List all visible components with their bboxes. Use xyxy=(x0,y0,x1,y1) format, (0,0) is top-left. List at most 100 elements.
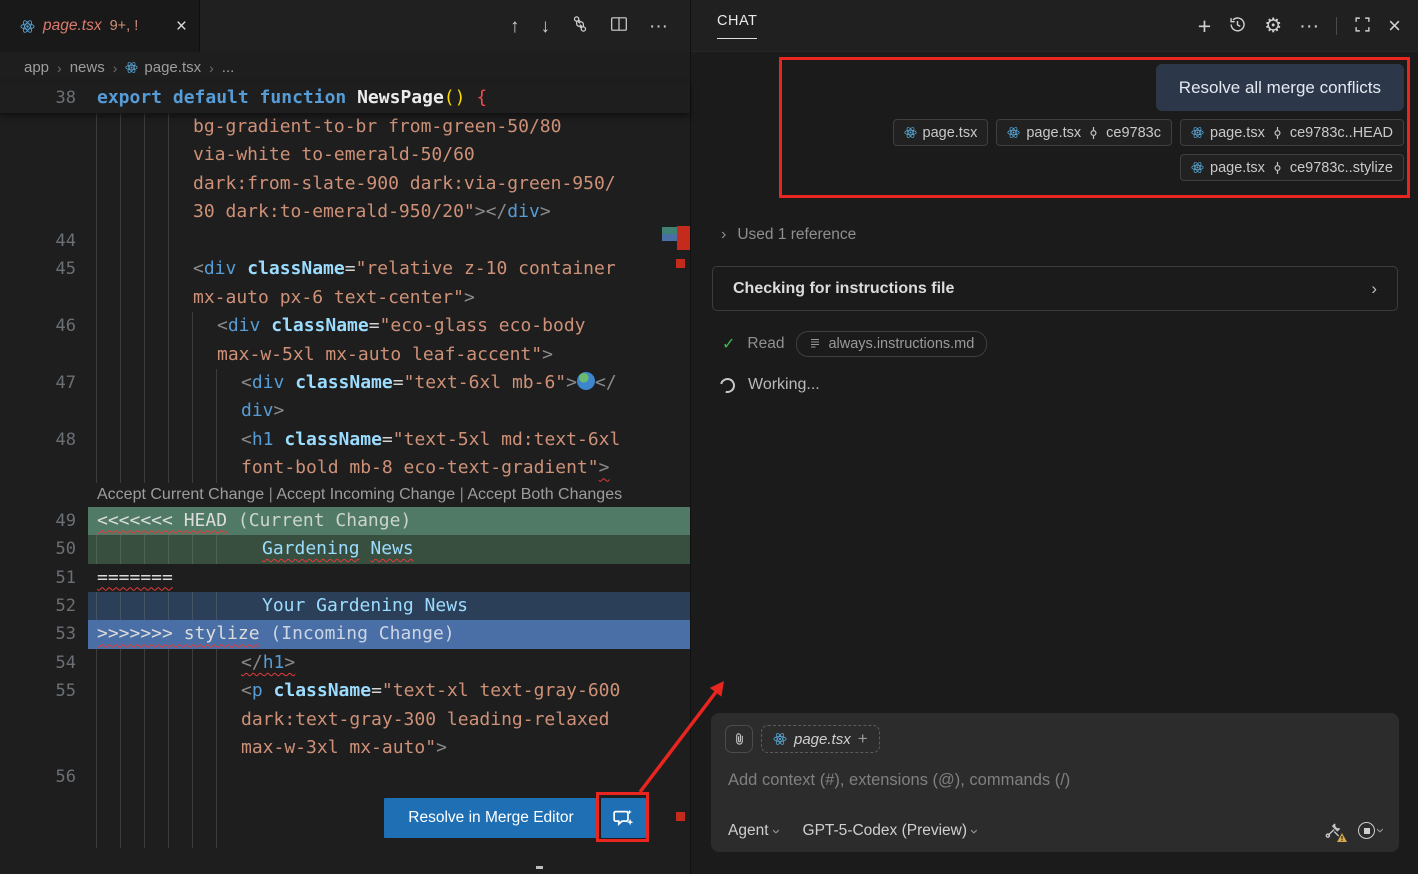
split-editor-icon[interactable] xyxy=(610,15,628,37)
line-number: 55 xyxy=(0,677,88,705)
line-number xyxy=(0,341,88,369)
codelens-actions: Accept Current Change | Accept Incoming … xyxy=(0,483,690,507)
breadcrumb-news[interactable]: news xyxy=(70,59,105,76)
text-cursor xyxy=(536,866,543,869)
code-line[interactable]: 53>>>>>>> stylize (Incoming Change) xyxy=(0,620,690,648)
resolve-in-merge-editor-button[interactable]: Resolve in Merge Editor xyxy=(384,798,598,838)
code-line[interactable]: bg-gradient-to-br from-green-50/80 xyxy=(0,113,690,141)
tab-close-icon[interactable]: × xyxy=(176,17,187,36)
code-line[interactable]: via-white to-emerald-50/60 xyxy=(0,141,690,169)
codelens-action[interactable]: Accept Incoming Change xyxy=(276,486,455,503)
more-actions-icon[interactable]: ··· xyxy=(649,17,668,36)
line-number: 51 xyxy=(0,564,88,592)
line-number: 47 xyxy=(0,369,88,397)
code-line[interactable]: dark:text-gray-300 leading-relaxed xyxy=(0,706,690,734)
close-icon[interactable]: × xyxy=(1388,15,1401,37)
previous-change-icon[interactable]: ↑ xyxy=(510,17,520,36)
code-line[interactable]: mx-auto px-6 text-center"> xyxy=(0,284,690,312)
attach-context-button[interactable] xyxy=(725,725,753,753)
line-number: 46 xyxy=(0,312,88,340)
breadcrumb-symbol[interactable]: ... xyxy=(222,59,235,76)
model-dropdown[interactable]: GPT-5-Codex (Preview) › xyxy=(803,822,978,840)
line-number: 53 xyxy=(0,620,88,648)
line-number: 56 xyxy=(0,763,88,791)
context-chip[interactable]: page.tsxce9783c..stylize xyxy=(1180,154,1404,181)
context-chip[interactable]: page.tsxce9783c..HEAD xyxy=(1180,119,1404,146)
current-file-context-chip[interactable]: page.tsx + xyxy=(761,725,880,753)
context-chip[interactable]: page.tsxce9783c xyxy=(996,119,1172,146)
configure-tools-icon[interactable] xyxy=(1324,821,1344,840)
react-icon xyxy=(904,126,917,139)
codelens-action[interactable]: Accept Both Changes xyxy=(467,486,622,503)
line-number xyxy=(0,141,88,169)
more-actions-icon[interactable]: ··· xyxy=(1299,16,1319,36)
line-number xyxy=(0,113,88,141)
chat-input-container[interactable]: page.tsx + Add context (#), extensions (… xyxy=(711,713,1399,852)
overview-error-mark xyxy=(677,226,690,250)
chevron-right-icon: › xyxy=(57,60,62,76)
code-line[interactable]: 56 xyxy=(0,763,690,791)
code-line[interactable]: 46<div className="eco-glass eco-body xyxy=(0,312,690,340)
code-line[interactable]: font-bold mb-8 eco-text-gradient"> xyxy=(0,454,690,482)
code-line[interactable]: 47<div className="text-6xl mb-6"></ xyxy=(0,369,690,397)
code-line[interactable]: 45<div className="relative z-10 containe… xyxy=(0,255,690,283)
chevron-down-icon: › xyxy=(768,829,785,834)
line-number: 49 xyxy=(0,507,88,535)
tab-page-tsx[interactable]: page.tsx 9+, ! × xyxy=(0,0,200,52)
codelens-action[interactable]: Accept Current Change xyxy=(97,486,264,503)
react-icon xyxy=(1191,126,1204,139)
react-icon xyxy=(1007,126,1020,139)
line-number: 45 xyxy=(0,255,88,283)
used-references-toggle[interactable]: › Used 1 reference xyxy=(721,226,856,244)
sticky-scroll-line[interactable]: 38 export default function NewsPage() { xyxy=(0,83,690,113)
code-line[interactable]: 51======= xyxy=(0,564,690,592)
line-number: 52 xyxy=(0,592,88,620)
instructions-file-chip[interactable]: always.instructions.md xyxy=(796,331,987,357)
code-line[interactable]: 48<h1 className="text-5xl md:text-6xl xyxy=(0,426,690,454)
next-change-icon[interactable]: ↓ xyxy=(541,17,551,36)
line-number xyxy=(0,791,88,819)
resolve-with-copilot-button[interactable] xyxy=(601,798,646,838)
chevron-down-icon: › xyxy=(1372,828,1389,833)
tab-chat[interactable]: CHAT xyxy=(717,13,757,39)
react-icon xyxy=(125,61,138,74)
stop-request-button[interactable]: › xyxy=(1358,822,1383,839)
line-number: 54 xyxy=(0,649,88,677)
code-line[interactable]: max-w-3xl mx-auto"> xyxy=(0,734,690,762)
code-line[interactable]: 50Gardening News xyxy=(0,535,690,563)
chat-toolbar: + ⚙ ··· × xyxy=(1198,0,1401,52)
file-icon xyxy=(809,338,821,350)
code-line[interactable]: 52Your Gardening News xyxy=(0,592,690,620)
context-chip[interactable]: page.tsx xyxy=(893,119,989,146)
chat-input-placeholder[interactable]: Add context (#), extensions (@), command… xyxy=(728,771,1070,790)
code-line[interactable]: 49<<<<<<< HEAD (Current Change) xyxy=(0,507,690,535)
copilot-chat-sparkle-icon xyxy=(612,807,635,830)
breadcrumb-app[interactable]: app xyxy=(24,59,49,76)
breadcrumb: app › news › page.tsx › ... xyxy=(0,52,690,83)
chevron-right-icon: › xyxy=(1371,279,1377,299)
code-line[interactable]: 30 dark:to-emerald-950/20"></div> xyxy=(0,198,690,226)
code-line[interactable]: dark:from-slate-900 dark:via-green-950/ xyxy=(0,170,690,198)
line-number xyxy=(0,170,88,198)
code-line[interactable]: div> xyxy=(0,397,690,425)
breadcrumb-file[interactable]: page.tsx xyxy=(125,59,201,76)
agent-mode-dropdown[interactable]: Agent › xyxy=(728,822,779,840)
read-file-row: ✓ Read always.instructions.md xyxy=(722,331,987,357)
new-chat-icon[interactable]: + xyxy=(1198,15,1211,38)
history-icon[interactable] xyxy=(1228,15,1247,38)
line-number: 48 xyxy=(0,426,88,454)
code-line[interactable]: 44 xyxy=(0,227,690,255)
line-number: 38 xyxy=(0,83,88,113)
maximize-icon[interactable] xyxy=(1354,16,1371,37)
gear-icon[interactable]: ⚙ xyxy=(1264,16,1282,36)
warning-icon xyxy=(1337,833,1347,842)
git-compare-icon[interactable] xyxy=(571,15,589,37)
checking-instructions-panel[interactable]: Checking for instructions file › xyxy=(712,266,1398,311)
line-number xyxy=(0,284,88,312)
code-editor: bg-gradient-to-br from-green-50/80via-wh… xyxy=(0,113,690,848)
code-line[interactable]: 54</h1> xyxy=(0,649,690,677)
chevron-right-icon: › xyxy=(721,226,726,244)
check-icon: ✓ xyxy=(722,334,735,354)
code-line[interactable]: max-w-5xl mx-auto leaf-accent"> xyxy=(0,341,690,369)
code-line[interactable]: 55<p className="text-xl text-gray-600 xyxy=(0,677,690,705)
